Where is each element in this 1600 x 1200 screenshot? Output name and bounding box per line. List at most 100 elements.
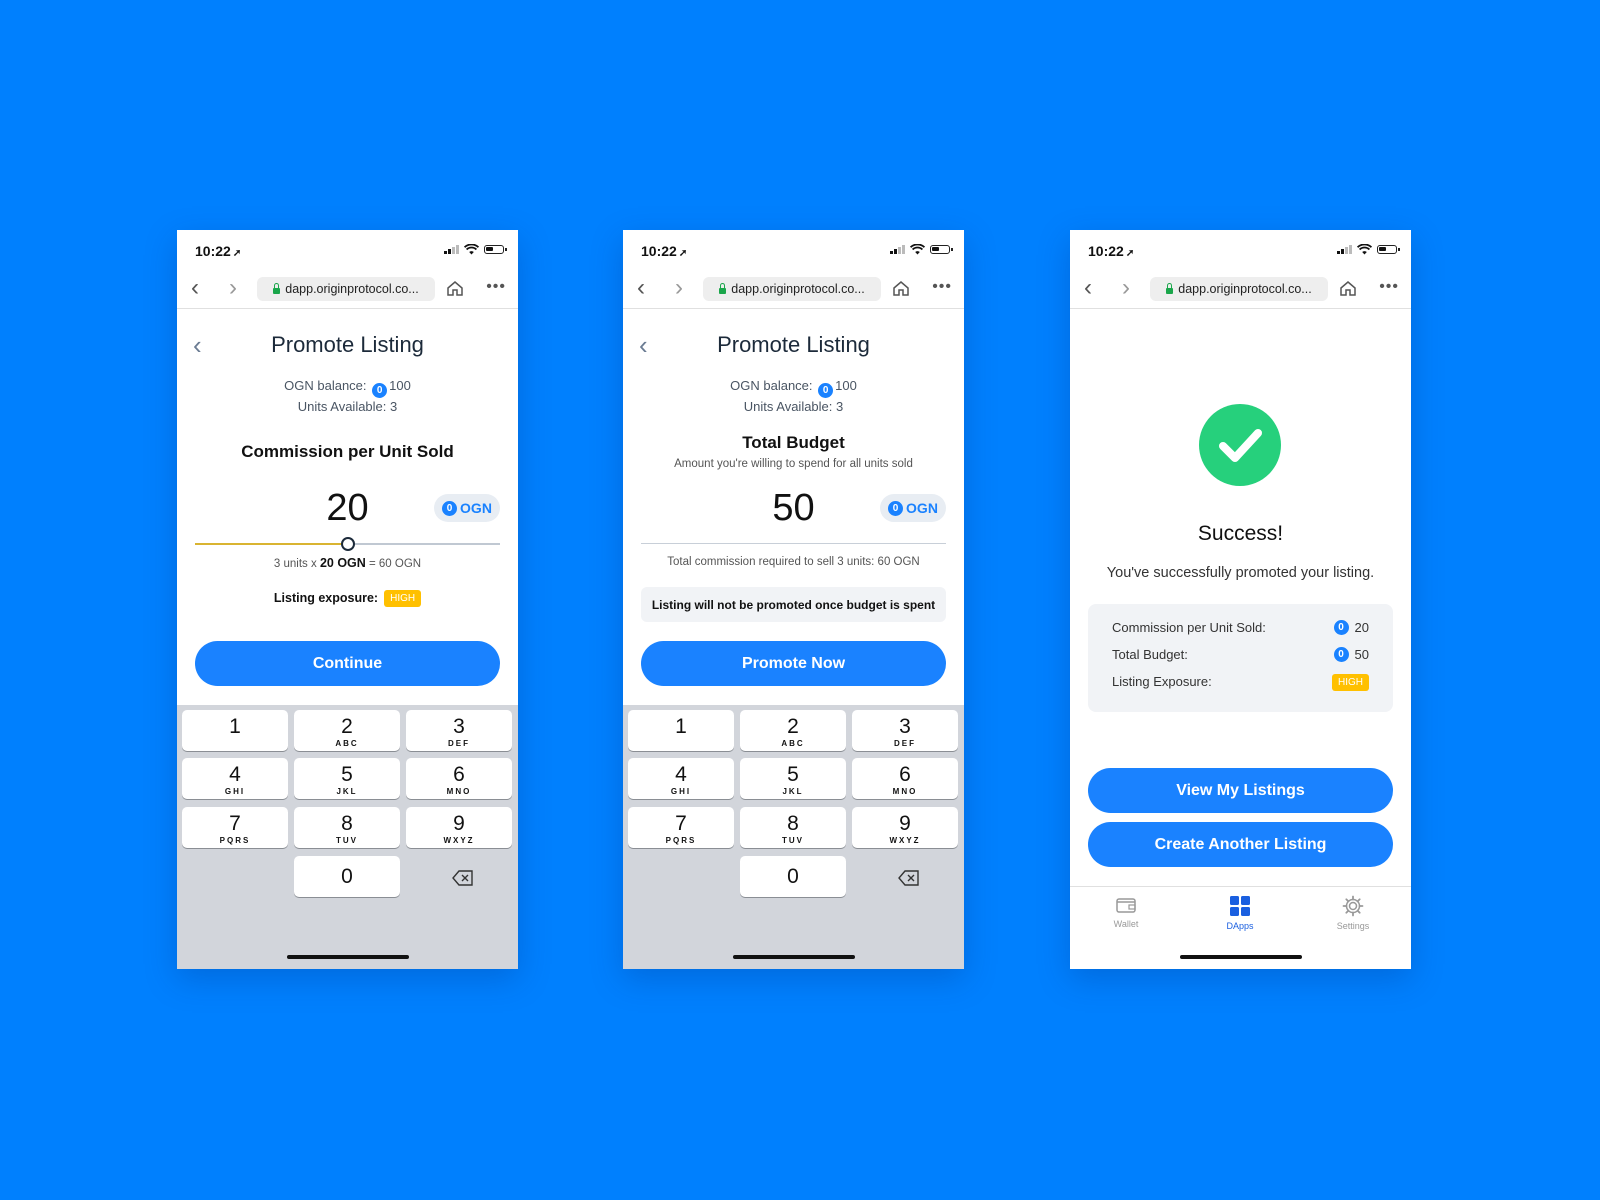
backspace-icon[interactable]: [898, 870, 920, 886]
ogn-token-icon: 0: [372, 383, 388, 398]
key-5[interactable]: 5 JKL: [294, 758, 400, 799]
summary-exposure: Listing Exposure: HIGH: [1112, 674, 1369, 694]
wifi-icon: [464, 244, 479, 255]
home-icon[interactable]: [446, 280, 464, 297]
address-bar[interactable]: dapp.originprotocol.co...: [1150, 277, 1328, 301]
numeric-keypad: 1 2 ABC 3 DEF 4 GHI 5 JKL 6 MNO 7 PQRS 8 TUV 9W…: [177, 705, 518, 969]
continue-button[interactable]: Continue: [195, 641, 500, 686]
backspace-icon[interactable]: [452, 870, 474, 886]
key-3[interactable]: 3 DEF: [406, 710, 512, 751]
key-9[interactable]: 9 WXYZ: [406, 807, 512, 848]
token-pill: 0 OGN: [880, 494, 946, 522]
key-2[interactable]: 2 ABC: [294, 710, 400, 751]
slider-fill: [195, 543, 348, 545]
section-subtitle: Amount you're willing to spend for all u…: [674, 458, 913, 470]
battery-icon: [484, 245, 507, 254]
section-title: Total Budget: [742, 433, 845, 452]
browser-toolbar: ‹ › dapp.originprotocol.co... •••: [623, 270, 964, 309]
key-0[interactable]: 0: [740, 856, 846, 897]
key-8[interactable]: 8 TUV: [294, 807, 400, 848]
key-2[interactable]: 2 ABC: [740, 710, 846, 751]
create-another-listing-button[interactable]: Create Another Listing: [1088, 822, 1393, 867]
more-icon[interactable]: •••: [1379, 278, 1399, 296]
key-8[interactable]: 8 TUV: [740, 807, 846, 848]
key-6[interactable]: 6 MNO: [852, 758, 958, 799]
key-7[interactable]: 7 PQRS: [182, 807, 288, 848]
key-5[interactable]: 5 JKL: [740, 758, 846, 799]
key-7[interactable]: 7 PQRS: [628, 807, 734, 848]
home-indicator: [732, 955, 855, 959]
lock-icon: [719, 282, 727, 294]
browser-toolbar: ‹ › dapp.originprotocol.co... •••: [1070, 270, 1411, 309]
status-bar: 10:22 ➚: [1070, 230, 1411, 270]
location-arrow-icon: ➚: [678, 248, 688, 259]
gear-icon: [1342, 895, 1364, 917]
summary-commission: Commission per Unit Sold: 0 20: [1112, 620, 1369, 635]
phone-screen-commission: 10:22 ➚ ‹ › dapp.originprotocol.co... •••…: [177, 230, 518, 969]
lock-icon: [1166, 282, 1174, 294]
ogn-token-icon: 0: [442, 500, 458, 516]
numeric-keypad: 1 2 ABC 3 DEF 4 GHI 5 JKL 6 MNO 7 PQRS 8 TUV 9W…: [623, 705, 964, 969]
grid-icon: [1230, 896, 1250, 916]
tab-wallet[interactable]: Wallet: [1096, 895, 1156, 929]
key-4[interactable]: 4 GHI: [182, 758, 288, 799]
lock-icon: [273, 282, 281, 294]
input-underline: [641, 543, 946, 544]
signal-icon: [1337, 245, 1352, 254]
budget-warning: Listing will not be promoted once budget…: [641, 587, 946, 622]
signal-icon: [444, 245, 459, 254]
browser-back-icon[interactable]: ‹: [637, 276, 645, 300]
location-arrow-icon: ➚: [232, 248, 242, 259]
home-indicator: [286, 955, 409, 959]
status-bar: 10:22 ➚: [177, 230, 518, 270]
battery-icon: [930, 245, 953, 254]
address-bar[interactable]: dapp.originprotocol.co...: [703, 277, 881, 301]
key-0[interactable]: 0: [294, 856, 400, 897]
home-indicator: [1179, 955, 1302, 959]
browser-forward-icon[interactable]: ›: [229, 276, 237, 300]
tab-dapps[interactable]: DApps: [1210, 895, 1270, 931]
exposure-badge: HIGH: [1332, 674, 1369, 691]
promote-now-button[interactable]: Promote Now: [641, 641, 946, 686]
wallet-icon: [1116, 898, 1136, 913]
key-9[interactable]: 9 WXYZ: [852, 807, 958, 848]
section-title: Commission per Unit Sold: [241, 442, 454, 461]
status-bar: 10:22 ➚: [623, 230, 964, 270]
commission-slider[interactable]: [195, 537, 500, 551]
browser-toolbar: ‹ › dapp.originprotocol.co... •••: [177, 270, 518, 309]
status-time: 10:22 ➚: [195, 243, 242, 259]
battery-icon: [1377, 245, 1400, 254]
view-my-listings-button[interactable]: View My Listings: [1088, 768, 1393, 813]
browser-forward-icon[interactable]: ›: [675, 276, 683, 300]
signal-icon: [890, 245, 905, 254]
listing-exposure: Listing exposure: HIGH: [177, 590, 518, 607]
exposure-badge: HIGH: [384, 590, 422, 607]
key-3[interactable]: 3 DEF: [852, 710, 958, 751]
wifi-icon: [1357, 244, 1372, 255]
key-6[interactable]: 6 MNO: [406, 758, 512, 799]
units-available: Units Available: 3: [743, 399, 844, 414]
home-icon[interactable]: [892, 280, 910, 297]
browser-forward-icon[interactable]: ›: [1122, 276, 1130, 300]
more-icon[interactable]: •••: [486, 278, 506, 296]
more-icon[interactable]: •••: [932, 278, 952, 296]
browser-back-icon[interactable]: ‹: [191, 276, 199, 300]
wifi-icon: [910, 244, 925, 255]
success-title: Success!: [1197, 522, 1284, 545]
key-1[interactable]: 1: [182, 710, 288, 751]
token-pill: 0 OGN: [434, 494, 500, 522]
ogn-token-icon: 0: [818, 383, 834, 398]
slider-handle[interactable]: [340, 537, 355, 551]
units-available: Units Available: 3: [297, 399, 398, 414]
ogn-token-icon: 0: [1333, 620, 1349, 635]
ogn-token-icon: 0: [888, 500, 904, 516]
key-1[interactable]: 1: [628, 710, 734, 751]
promotion-summary: Commission per Unit Sold: 0 20 Total Budg…: [1088, 604, 1393, 712]
home-icon[interactable]: [1339, 280, 1357, 297]
key-4[interactable]: 4 GHI: [628, 758, 734, 799]
address-bar[interactable]: dapp.originprotocol.co...: [257, 277, 435, 301]
browser-back-icon[interactable]: ‹: [1084, 276, 1092, 300]
phone-screen-success: 10:22 ➚ ‹ › dapp.originprotocol.co... •••…: [1070, 230, 1411, 969]
status-time: 10:22 ➚: [641, 243, 688, 259]
tab-settings[interactable]: Settings: [1323, 895, 1383, 931]
